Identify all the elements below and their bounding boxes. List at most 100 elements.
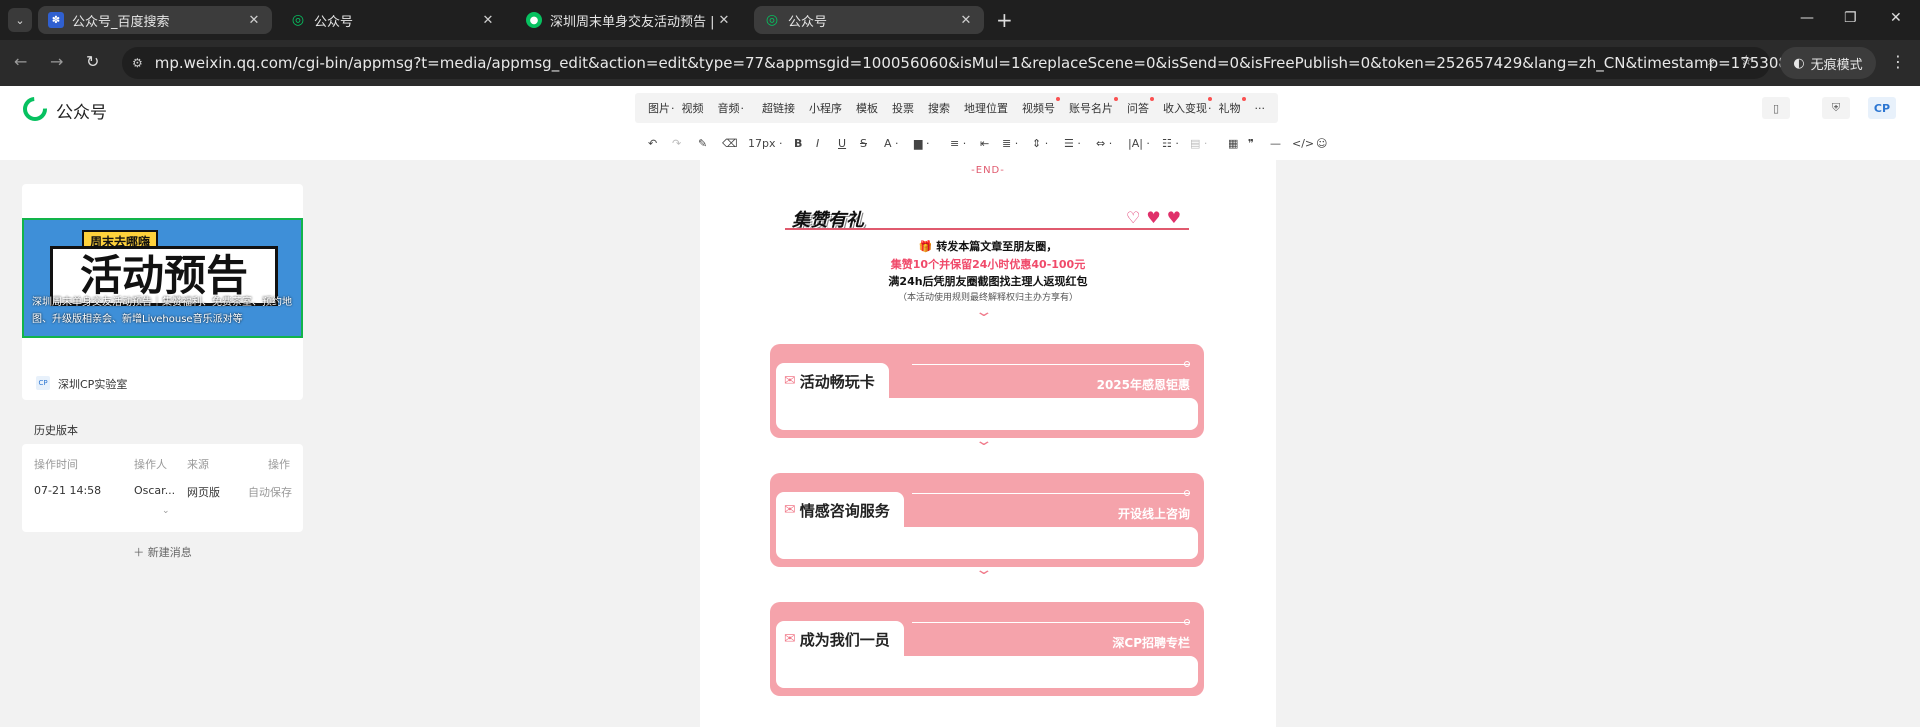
restore-icon[interactable]: ❐ xyxy=(1844,10,1857,26)
article-editor[interactable]: -END- 集赞有礼 ♡♥♥ 🎁 转发本篇文章至朋友圈， 集赞10个并保留24小… xyxy=(700,160,1276,727)
history-action[interactable]: 自动保存 xyxy=(248,484,292,500)
close-icon[interactable]: ✕ xyxy=(716,13,732,28)
article-cover-thumbnail[interactable]: 周末去哪嗨 活动预告 深圳周末单身交友活动预告｜集赞福利、免费茶室、预约地图、升… xyxy=(22,218,303,338)
promo-line-2: 集赞10个并保留24小时优惠40-100元 xyxy=(890,258,1086,271)
shield-icon[interactable]: ⛨ xyxy=(1822,97,1850,119)
align-icon[interactable]: ≡ · xyxy=(950,137,966,150)
bold-icon[interactable]: B xyxy=(794,137,802,150)
insert-menu-item[interactable]: 图片 xyxy=(648,100,670,116)
bookmark-star-icon[interactable]: ☆ xyxy=(1740,53,1753,69)
incognito-badge[interactable]: ◐ 无痕模式 xyxy=(1780,47,1876,79)
url-text[interactable]: mp.weixin.qq.com/cgi-bin/appmsg?t=media/… xyxy=(155,54,1855,72)
highlight-icon[interactable]: ▆ · xyxy=(914,137,929,150)
expand-chevron-icon[interactable]: ⌄ xyxy=(162,506,170,516)
card-body[interactable] xyxy=(776,398,1198,430)
card-label-tab: ✉ 情感咨询服务 xyxy=(776,492,904,528)
insert-menu-item[interactable]: 问答 xyxy=(1127,97,1154,116)
account-avatar[interactable]: CP xyxy=(1868,97,1896,119)
card-divider xyxy=(912,493,1190,494)
new-tab-button[interactable]: + xyxy=(996,8,1013,32)
history-col-time: 操作时间 xyxy=(34,458,78,471)
paragraph-spacing-icon[interactable]: ⇕ · xyxy=(1032,137,1048,150)
insert-menu-item[interactable]: ··· xyxy=(1255,102,1266,115)
list-icon[interactable]: ☷ · xyxy=(1162,137,1179,150)
line-height-icon[interactable]: ☰ · xyxy=(1064,137,1081,150)
card-label: 情感咨询服务 xyxy=(799,501,890,520)
minimize-icon[interactable]: — xyxy=(1800,10,1814,26)
card-subtitle: 深CP招聘专栏 xyxy=(1112,636,1190,650)
insert-menu-item[interactable]: 小程序 xyxy=(809,100,842,116)
tab-title: 公众号_百度搜索 xyxy=(72,14,170,30)
history-operator: Oscar... xyxy=(134,484,176,497)
italic-icon[interactable]: I xyxy=(816,137,819,150)
format-painter-icon[interactable]: ✎ xyxy=(698,137,707,150)
zan-underline xyxy=(785,228,1189,230)
code-icon[interactable]: </> xyxy=(1292,137,1314,150)
url-bar[interactable]: ⚙ mp.weixin.qq.com/cgi-bin/appmsg?t=medi… xyxy=(122,47,1855,79)
clear-format-icon[interactable]: ⌫ xyxy=(722,137,738,150)
insert-menu-item[interactable]: 账号名片 xyxy=(1069,97,1118,116)
zoom-icon[interactable]: ⌕ xyxy=(1708,53,1716,69)
account-icon: CP xyxy=(36,376,50,390)
card-label-tab: ✉ 活动畅玩卡 xyxy=(776,363,889,399)
strikethrough-icon[interactable]: S xyxy=(860,137,867,150)
letter-spacing-icon[interactable]: ⇔ · xyxy=(1096,137,1112,150)
browser-menu-icon[interactable]: ⋮ xyxy=(1890,52,1906,71)
chevron-down-icon: ⌄ xyxy=(974,433,994,449)
card-body[interactable] xyxy=(776,527,1198,559)
insert-menu-item[interactable]: 搜索 xyxy=(928,100,950,116)
weixin-mp-logo-icon xyxy=(23,97,47,121)
close-icon[interactable]: ✕ xyxy=(480,13,496,28)
tab-baidu[interactable]: ✽ 公众号_百度搜索 ✕ xyxy=(38,6,272,34)
close-icon[interactable]: ✕ xyxy=(958,13,974,28)
incognito-icon: ◐ xyxy=(1793,55,1805,71)
insert-menu-item[interactable]: 投票 xyxy=(892,100,914,116)
weixin-mp-icon: ◎ xyxy=(291,12,305,28)
indent-icon[interactable]: ⇤ xyxy=(980,137,989,150)
back-icon[interactable]: ← xyxy=(14,52,27,71)
promo-note: （本活动使用规则最终解释权归主办方享有） xyxy=(897,293,1078,303)
insert-menu-item[interactable]: 视频 xyxy=(682,100,704,116)
tab-search-button[interactable]: ⌄ xyxy=(8,8,32,32)
insert-menu-item[interactable]: 模板 xyxy=(856,100,878,116)
table-icon[interactable]: ▦ xyxy=(1228,137,1238,150)
promo-line-1: 🎁 转发本篇文章至朋友圈， xyxy=(918,240,1058,253)
history-col-action: 操作 xyxy=(268,458,290,471)
text-direction-icon[interactable]: |A| · xyxy=(1128,137,1150,150)
underline-icon[interactable]: U xyxy=(838,137,846,150)
quote-icon[interactable]: ❞ xyxy=(1248,137,1254,150)
font-size-select[interactable]: 17px · xyxy=(748,137,783,150)
insert-menu-item[interactable]: 音频 xyxy=(718,100,740,116)
tab-wechat-article[interactable]: ● 深圳周末单身交友活动预告 | 趣 ✕ xyxy=(516,6,742,34)
insert-menu-item[interactable]: 超链接 xyxy=(762,100,795,116)
red-dot-badge xyxy=(1208,97,1212,101)
close-icon[interactable]: ✕ xyxy=(246,13,262,28)
reload-icon[interactable]: ↻ xyxy=(86,52,99,71)
insert-menu-item[interactable]: 收入变现 xyxy=(1163,97,1212,116)
insert-menu-item[interactable]: 礼物 xyxy=(1219,97,1246,116)
font-color-icon[interactable]: A · xyxy=(884,137,899,150)
card-divider-dot xyxy=(1184,619,1190,625)
history-col-operator: 操作人 xyxy=(134,458,167,471)
redo-icon[interactable]: ↷ xyxy=(672,137,681,150)
tab-weixin-mp-1[interactable]: ◎ 公众号 ✕ xyxy=(280,6,506,34)
tab-weixin-mp-active[interactable]: ◎ 公众号 ✕ xyxy=(754,6,984,34)
incognito-label: 无痕模式 xyxy=(1810,57,1863,73)
window-close-icon[interactable]: ✕ xyxy=(1890,10,1902,26)
card-label: 成为我们一员 xyxy=(799,630,890,649)
new-message-button[interactable]: ＋ 新建消息 xyxy=(22,544,303,560)
card-body[interactable] xyxy=(776,656,1198,688)
site-info-icon[interactable]: ⚙ xyxy=(132,54,143,72)
phone-preview-icon[interactable]: ▯ xyxy=(1762,97,1790,119)
card-divider-dot xyxy=(1184,490,1190,496)
undo-icon[interactable]: ↶ xyxy=(648,137,657,150)
line-align-icon[interactable]: ≣ · xyxy=(1002,137,1018,150)
float-icon[interactable]: ▤ · xyxy=(1190,137,1207,150)
forward-icon[interactable]: → xyxy=(50,52,63,71)
insert-menu-item[interactable]: 地理位置 xyxy=(964,100,1008,116)
insert-menu-item[interactable]: 视频号 xyxy=(1022,97,1060,116)
divider-icon[interactable]: — xyxy=(1270,137,1281,150)
history-source: 网页版 xyxy=(187,486,220,499)
history-card: 操作时间 操作人 来源 操作 07-21 14:58 Oscar... 网页版 … xyxy=(22,444,303,532)
emoji-icon[interactable]: ☺ xyxy=(1316,137,1327,150)
